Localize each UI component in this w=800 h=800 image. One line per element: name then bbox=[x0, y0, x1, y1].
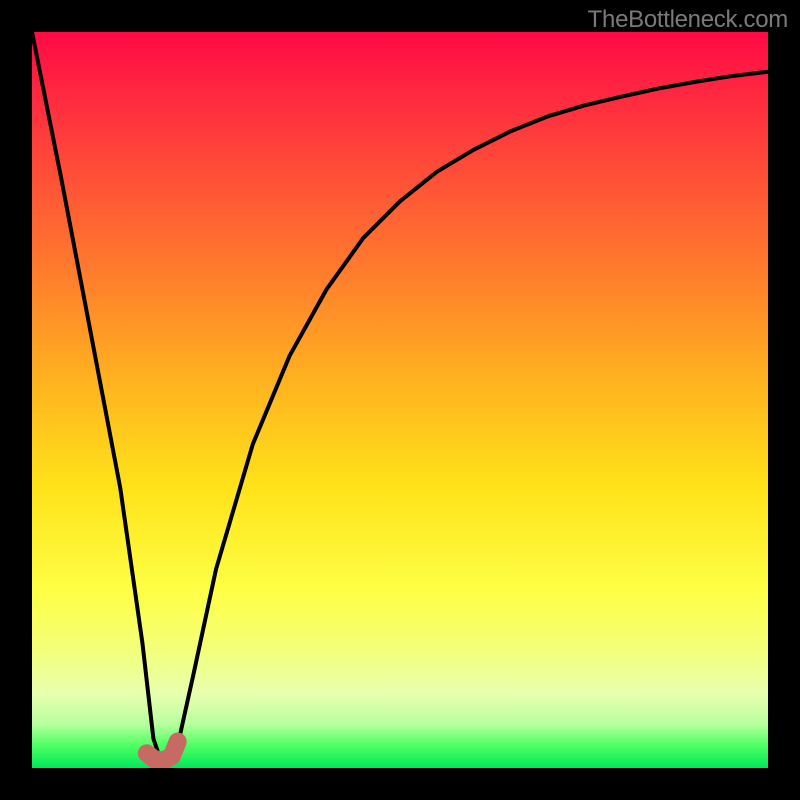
watermark-text: TheBottleneck.com bbox=[588, 6, 788, 34]
optimal-marker bbox=[147, 742, 178, 761]
bottleneck-curve bbox=[32, 32, 768, 768]
curve-line bbox=[32, 32, 768, 761]
plot-area bbox=[32, 32, 768, 768]
chart-frame: TheBottleneck.com bbox=[0, 0, 800, 800]
